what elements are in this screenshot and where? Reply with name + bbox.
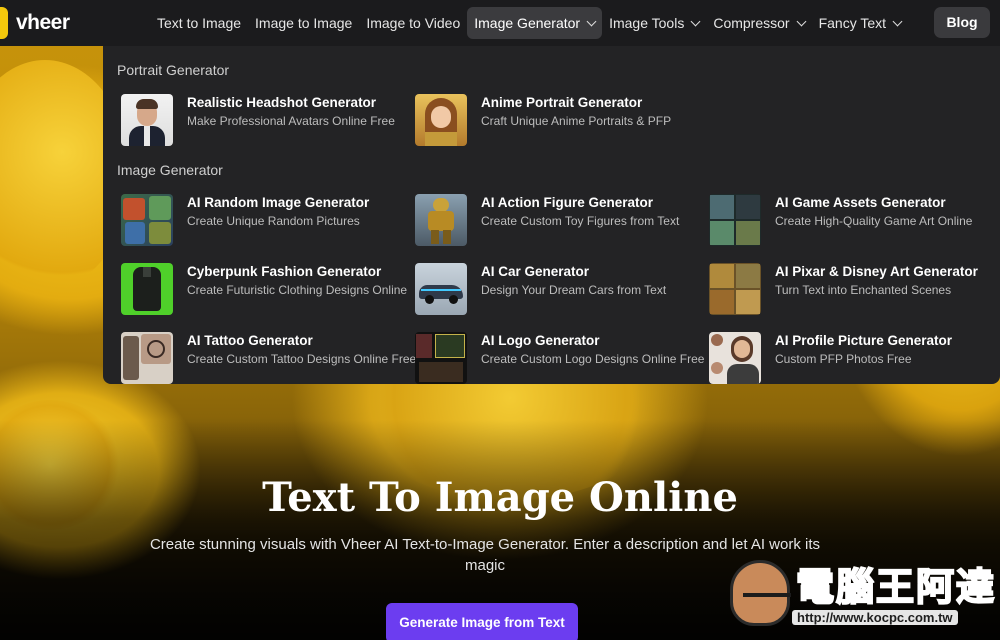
- nav-image-generator[interactable]: Image Generator: [467, 7, 603, 39]
- nav-label: Compressor: [713, 15, 790, 31]
- section-title-image-generator: Image Generator: [117, 162, 223, 178]
- tattoo-thumbnail-icon: [121, 332, 173, 384]
- nav-label: Text to Image: [157, 15, 242, 31]
- random-image-thumbnail-icon: [121, 194, 173, 246]
- brand-name: vheer: [16, 11, 70, 34]
- game-assets-thumbnail-icon: [709, 194, 761, 246]
- menu-item-random-image[interactable]: AI Random Image Generator Create Unique …: [121, 194, 417, 246]
- top-navbar: vheer Text to Image Image to Image Image…: [0, 0, 1000, 46]
- menu-item-desc: Make Professional Avatars Online Free: [187, 114, 395, 128]
- nav-label: Fancy Text: [818, 15, 887, 31]
- cyberpunk-fashion-thumbnail-icon: [121, 263, 173, 315]
- chevron-down-icon: [690, 16, 701, 26]
- anime-portrait-thumbnail-icon: [415, 94, 467, 146]
- menu-item-title: AI Car Generator: [481, 264, 590, 279]
- menu-item-title: Anime Portrait Generator: [481, 95, 643, 110]
- menu-item-title: AI Game Assets Generator: [775, 195, 946, 210]
- menu-item-desc: Create Custom Toy Figures from Text: [481, 214, 680, 228]
- chevron-down-icon: [586, 16, 597, 26]
- nav-image-to-image[interactable]: Image to Image: [248, 7, 359, 39]
- nav-text-to-image[interactable]: Text to Image: [150, 7, 248, 39]
- menu-item-cyberpunk-fashion[interactable]: Cyberpunk Fashion Generator Create Futur…: [121, 263, 417, 315]
- nav-menu: Text to Image Image to Image Image to Vi…: [150, 7, 908, 39]
- nav-compressor[interactable]: Compressor: [706, 7, 811, 39]
- menu-item-title: Cyberpunk Fashion Generator: [187, 264, 382, 279]
- profile-picture-thumbnail-icon: [709, 332, 761, 384]
- menu-item-profile-picture[interactable]: AI Profile Picture Generator Custom PFP …: [709, 332, 1000, 384]
- menu-item-anime-portrait[interactable]: Anime Portrait Generator Craft Unique An…: [415, 94, 711, 146]
- nav-image-tools[interactable]: Image Tools: [602, 7, 706, 39]
- car-thumbnail-icon: [415, 263, 467, 315]
- menu-item-desc: Design Your Dream Cars from Text: [481, 283, 667, 297]
- menu-item-desc: Custom PFP Photos Free: [775, 352, 912, 366]
- logo-mark-icon: [0, 7, 8, 39]
- menu-item-tattoo[interactable]: AI Tattoo Generator Create Custom Tattoo…: [121, 332, 417, 384]
- menu-item-headshot[interactable]: Realistic Headshot Generator Make Profes…: [121, 94, 417, 146]
- headshot-thumbnail-icon: [121, 94, 173, 146]
- menu-item-pixar-disney[interactable]: AI Pixar & Disney Art Generator Turn Tex…: [709, 263, 1000, 315]
- menu-item-desc: Craft Unique Anime Portraits & PFP: [481, 114, 672, 128]
- section-title-portrait: Portrait Generator: [117, 62, 230, 78]
- pixar-disney-thumbnail-icon: [709, 263, 761, 315]
- menu-item-desc: Create Unique Random Pictures: [187, 214, 360, 228]
- nav-fancy-text[interactable]: Fancy Text: [812, 7, 908, 39]
- generate-image-button[interactable]: Generate Image from Text: [386, 603, 578, 640]
- menu-item-game-assets[interactable]: AI Game Assets Generator Create High-Qua…: [709, 194, 1000, 246]
- watermark-text: 電腦王阿達: [795, 564, 997, 610]
- menu-item-title: AI Profile Picture Generator: [775, 333, 953, 348]
- nav-label: Image to Image: [255, 15, 353, 31]
- nav-label: Image Tools: [609, 15, 685, 31]
- menu-item-title: AI Tattoo Generator: [187, 333, 313, 348]
- menu-item-title: AI Pixar & Disney Art Generator: [775, 264, 978, 279]
- menu-item-desc: Create Futuristic Clothing Designs Onlin…: [187, 283, 408, 297]
- hero-title: Text To Image Online: [262, 474, 738, 521]
- menu-item-action-figure[interactable]: AI Action Figure Generator Create Custom…: [415, 194, 711, 246]
- menu-item-title: AI Random Image Generator: [187, 195, 370, 210]
- blog-button[interactable]: Blog: [934, 7, 990, 38]
- logo-thumbnail-icon: [415, 332, 467, 384]
- watermark-url: http://www.kocpc.com.tw: [792, 610, 958, 625]
- mascot-face-icon: [730, 560, 791, 626]
- menu-item-title: AI Action Figure Generator: [481, 195, 654, 210]
- menu-item-desc: Create Custom Logo Designs Online Free: [481, 352, 705, 366]
- menu-item-car[interactable]: AI Car Generator Design Your Dream Cars …: [415, 263, 711, 315]
- nav-label: Image Generator: [474, 15, 581, 31]
- image-generator-dropdown: Portrait Generator Realistic Headshot Ge…: [103, 46, 1000, 384]
- brand-logo[interactable]: vheer: [0, 7, 70, 39]
- chevron-down-icon: [892, 16, 903, 26]
- chevron-down-icon: [796, 16, 807, 26]
- menu-item-title: AI Logo Generator: [481, 333, 600, 348]
- menu-item-desc: Create Custom Tattoo Designs Online Free: [187, 352, 417, 366]
- menu-item-desc: Turn Text into Enchanted Scenes: [775, 283, 952, 297]
- action-figure-thumbnail-icon: [415, 194, 467, 246]
- menu-item-desc: Create High-Quality Game Art Online: [775, 214, 973, 228]
- watermark: 電腦王阿達 http://www.kocpc.com.tw: [726, 552, 1000, 640]
- menu-item-title: Realistic Headshot Generator: [187, 95, 377, 110]
- nav-label: Image to Video: [366, 15, 461, 31]
- menu-item-logo[interactable]: AI Logo Generator Create Custom Logo Des…: [415, 332, 711, 384]
- nav-image-to-video[interactable]: Image to Video: [359, 7, 467, 39]
